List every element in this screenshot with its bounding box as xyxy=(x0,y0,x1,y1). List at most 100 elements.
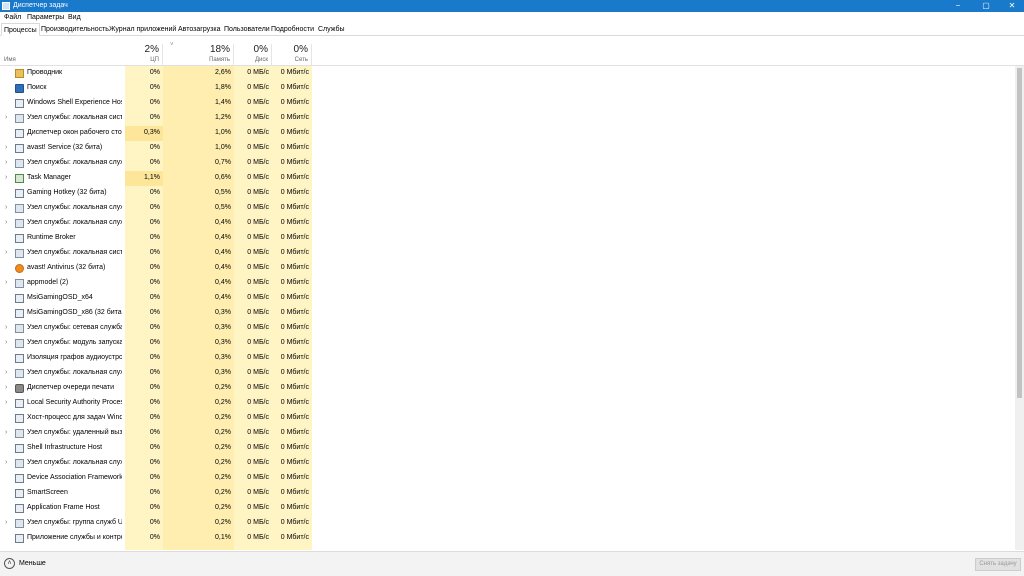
column-header-network[interactable]: 0% Сеть xyxy=(272,44,312,66)
process-network: 0 Мбит/с xyxy=(280,354,309,361)
minimize-button[interactable]: − xyxy=(946,0,970,12)
expand-chevron-icon[interactable]: › xyxy=(5,399,7,407)
menu-file[interactable]: Файл xyxy=(4,13,21,22)
process-row[interactable]: Изоляция графов аудиоустро... 0% 0,3% 0 МБ/… xyxy=(0,351,312,366)
process-row[interactable]: MsiGamingOSD_x64 0% 0,4% 0 МБ/с 0 Мбит/с xyxy=(0,291,312,306)
process-network: 0 Мбит/с xyxy=(280,249,309,256)
process-row[interactable]: › Узел службы: локальная сист... 0% 0,4% 0 М… xyxy=(0,246,312,261)
expand-chevron-icon[interactable]: › xyxy=(5,219,7,227)
expand-chevron-icon[interactable]: › xyxy=(5,144,7,152)
process-disk: 0 МБ/с xyxy=(247,354,269,361)
process-disk: 0 МБ/с xyxy=(247,219,269,226)
process-row[interactable]: Хост-процесс для задач Wind... 0% 0,2% 0 МБ… xyxy=(0,411,312,426)
process-row[interactable]: Приложение службы и контро... 0% 0,1% 0 МБ/… xyxy=(0,531,312,546)
process-row[interactable]: Gaming Hotkey (32 бита) 0% 0,5% 0 МБ/с 0 Мби… xyxy=(0,186,312,201)
expand-chevron-icon[interactable]: › xyxy=(5,114,7,122)
maximize-button[interactable]: ▢ xyxy=(974,0,998,12)
process-row[interactable]: Runtime Broker 0% 0,4% 0 МБ/с 0 Мбит/с xyxy=(0,231,312,246)
menu-options[interactable]: Параметры xyxy=(27,13,64,22)
footer-bar: ˄ Меньше Снять задачу xyxy=(0,551,1024,576)
vertical-scrollbar[interactable] xyxy=(1015,66,1024,550)
expand-chevron-icon[interactable]: › xyxy=(5,429,7,437)
tab-services[interactable]: Службы xyxy=(316,23,347,36)
process-disk: 0 МБ/с xyxy=(247,264,269,271)
process-memory: 0,2% xyxy=(215,459,231,466)
process-memory: 0,4% xyxy=(215,219,231,226)
expand-chevron-icon[interactable]: › xyxy=(5,249,7,257)
process-row[interactable]: › Узел службы: локальная служ... 0% 0,3% 0 М… xyxy=(0,366,312,381)
process-row[interactable]: Диспетчер окон рабочего сто... 0,3% 1,0% 0 … xyxy=(0,126,312,141)
process-row[interactable]: Поиск 0% 1,8% 0 МБ/с 0 Мбит/с xyxy=(0,81,312,96)
process-row[interactable]: › Узел службы: группа служб Uni... 0% 0,2% 0… xyxy=(0,516,312,531)
process-disk: 0 МБ/с xyxy=(247,174,269,181)
expand-chevron-icon[interactable]: › xyxy=(5,339,7,347)
process-memory: 0,5% xyxy=(215,204,231,211)
tab-processes[interactable]: Процессы xyxy=(1,23,40,36)
process-cpu: 0% xyxy=(149,474,160,481)
process-disk: 0 МБ/с xyxy=(247,459,269,466)
expand-chevron-icon[interactable]: › xyxy=(5,204,7,212)
tab-details[interactable]: Подробности xyxy=(269,23,316,36)
column-header-cpu[interactable]: 2% ЦП xyxy=(125,44,163,66)
folder-icon xyxy=(15,69,24,78)
process-row[interactable]: › Узел службы: локальная служ... 0% 0,2% 0 М… xyxy=(0,456,312,471)
scrollbar-thumb[interactable] xyxy=(1017,68,1022,398)
process-cpu: 0% xyxy=(149,324,160,331)
process-row[interactable]: Windows Shell Experience Host 0% 1,4% 0 МБ/… xyxy=(0,96,312,111)
process-cpu: 0,3% xyxy=(144,129,160,136)
expand-chevron-icon[interactable]: › xyxy=(5,369,7,377)
app-icon xyxy=(15,354,24,363)
process-memory: 0,3% xyxy=(215,369,231,376)
tab-startup[interactable]: Автозагрузка xyxy=(176,23,222,36)
process-row[interactable]: › Узел службы: локальная служ... 0% 0,7% 0 М… xyxy=(0,156,312,171)
expand-chevron-icon[interactable]: › xyxy=(5,174,7,182)
tab-app-history[interactable]: Журнал приложений xyxy=(107,23,178,36)
process-name: Проводник xyxy=(27,69,63,76)
process-row[interactable]: › Task Manager 1,1% 0,6% 0 МБ/с 0 Мбит/с xyxy=(0,171,312,186)
expand-chevron-icon[interactable]: › xyxy=(5,324,7,332)
process-row[interactable]: › Диспетчер очереди печати 0% 0,2% 0 МБ/с 0 М… xyxy=(0,381,312,396)
process-row[interactable]: avast! Antivirus (32 бита) 0% 0,4% 0 МБ/с 0 … xyxy=(0,261,312,276)
process-row[interactable]: › avast! Service (32 бита) 0% 1,0% 0 МБ/с 0 М… xyxy=(0,141,312,156)
process-disk: 0 МБ/с xyxy=(247,69,269,76)
tab-users[interactable]: Пользователи xyxy=(222,23,272,36)
process-row[interactable]: › appmodel (2) 0% 0,4% 0 МБ/с 0 Мбит/с xyxy=(0,276,312,291)
process-row[interactable]: SmartScreen 0% 0,2% 0 МБ/с 0 Мбит/с xyxy=(0,486,312,501)
process-row[interactable]: › Узел службы: локальная служ... 0% 0,4% 0 М… xyxy=(0,216,312,231)
process-row[interactable]: › Узел службы: локальная сист... 0% 1,2% 0 М… xyxy=(0,111,312,126)
expand-chevron-icon[interactable]: › xyxy=(5,459,7,467)
process-memory: 0,4% xyxy=(215,279,231,286)
expand-chevron-icon[interactable]: › xyxy=(5,279,7,287)
close-button[interactable]: ✕ xyxy=(1000,0,1024,12)
expand-chevron-icon[interactable]: › xyxy=(5,159,7,167)
process-name: Узел службы: локальная служ... xyxy=(27,459,122,466)
disk-label: Диск xyxy=(254,57,268,63)
app-icon xyxy=(15,474,24,483)
process-row[interactable]: Shell Infrastructure Host 0% 0,2% 0 МБ/с 0 М… xyxy=(0,441,312,456)
process-row[interactable]: › Local Security Authority Proces... 0% 0,2… xyxy=(0,396,312,411)
column-header-name[interactable]: Имя xyxy=(4,56,16,64)
process-row[interactable]: Application Frame Host 0% 0,2% 0 МБ/с 0 Мбит… xyxy=(0,501,312,516)
expand-chevron-icon[interactable]: › xyxy=(5,384,7,392)
process-row[interactable]: › Узел службы: удаленный выз... 0% 0,2% 0 МБ… xyxy=(0,426,312,441)
expand-chevron-icon[interactable]: › xyxy=(5,519,7,527)
process-row[interactable]: › Узел службы: модуль запуска ... 0% 0,3% 0 … xyxy=(0,336,312,351)
end-task-button[interactable]: Снять задачу xyxy=(975,558,1021,571)
menu-view[interactable]: Вид xyxy=(68,13,81,22)
column-header-disk[interactable]: 0% Диск xyxy=(234,44,272,66)
process-network: 0 Мбит/с xyxy=(280,369,309,376)
disk-total: 0% xyxy=(253,44,268,55)
process-cpu: 0% xyxy=(149,84,160,91)
process-cpu: 0% xyxy=(149,429,160,436)
process-row[interactable]: › Узел службы: локальная служ... 0% 0,5% 0 М… xyxy=(0,201,312,216)
process-row[interactable]: Device Association Framework ... 0% 0,2% 0 … xyxy=(0,471,312,486)
process-row[interactable]: MsiGamingOSD_x86 (32 бита) 0% 0,3% 0 МБ/с 0 … xyxy=(0,306,312,321)
process-row[interactable]: Проводник 0% 2,6% 0 МБ/с 0 Мбит/с xyxy=(0,66,312,81)
app-icon xyxy=(15,399,24,408)
process-cpu: 0% xyxy=(149,69,160,76)
process-row[interactable]: › Узел службы: сетевая служба ... 0% 0,3% 0 … xyxy=(0,321,312,336)
process-name: Shell Infrastructure Host xyxy=(27,444,103,451)
tab-performance[interactable]: Производительность xyxy=(39,23,111,36)
process-disk: 0 МБ/с xyxy=(247,84,269,91)
fewer-details-button[interactable]: ˄ Меньше xyxy=(4,558,74,570)
